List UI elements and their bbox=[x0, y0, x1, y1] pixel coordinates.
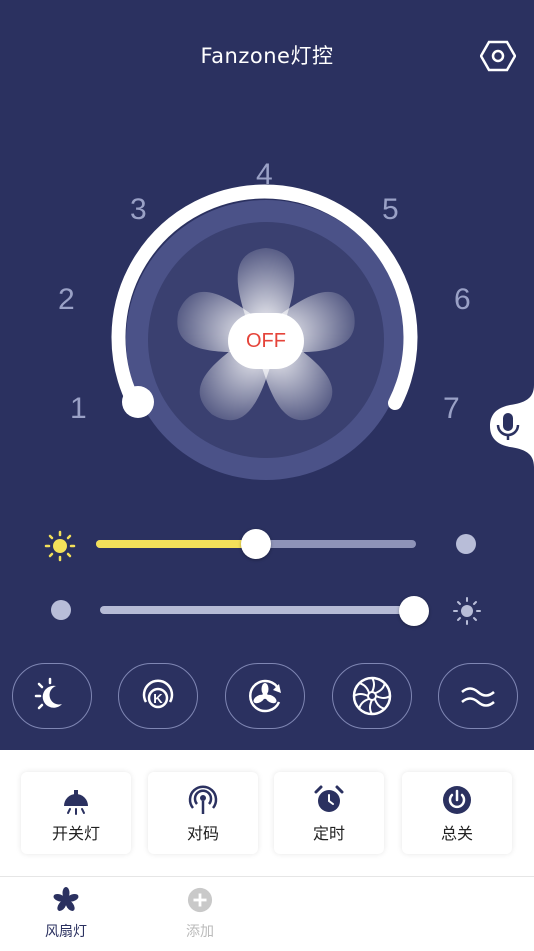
toggle-light-label: 开关灯 bbox=[51, 824, 100, 843]
fan-rotate-icon bbox=[249, 679, 281, 713]
turbine-icon bbox=[352, 676, 392, 716]
microphone-button[interactable] bbox=[480, 385, 534, 467]
k-cycle-icon: K bbox=[142, 679, 174, 709]
add-circle-icon bbox=[187, 887, 213, 913]
sun-icon bbox=[44, 530, 76, 562]
pair-code-label: 对码 bbox=[186, 824, 219, 843]
timer-button[interactable]: 定时 bbox=[274, 772, 384, 854]
fan-rotate-mode-button[interactable] bbox=[225, 663, 305, 729]
lamp-icon bbox=[64, 790, 88, 815]
power-state-button[interactable]: OFF bbox=[228, 313, 304, 369]
tab-add[interactable]: 添加 bbox=[160, 887, 240, 941]
natural-wind-mode-button[interactable] bbox=[438, 663, 518, 729]
day-night-mode-button[interactable] bbox=[12, 663, 92, 729]
speed-tick-2[interactable]: 2 bbox=[58, 283, 75, 317]
color-temp-slider-knob[interactable] bbox=[399, 596, 429, 626]
signal-icon bbox=[188, 785, 218, 814]
speed-tick-4[interactable]: 4 bbox=[256, 158, 273, 192]
speed-tick-6[interactable]: 6 bbox=[454, 283, 471, 317]
speed-tick-3[interactable]: 3 bbox=[130, 193, 147, 227]
fan-icon bbox=[53, 887, 79, 911]
color-temp-slider-track[interactable] bbox=[100, 606, 414, 614]
master-off-button[interactable]: 总关 bbox=[402, 772, 512, 854]
speed-knob[interactable] bbox=[122, 386, 154, 418]
brightness-slider-knob[interactable] bbox=[241, 529, 271, 559]
wave-icon bbox=[461, 687, 495, 707]
speed-tick-5[interactable]: 5 bbox=[382, 193, 399, 227]
tab-fan-light-label: 风扇灯 bbox=[45, 924, 87, 940]
tab-fan-light[interactable]: 风扇灯 bbox=[26, 887, 106, 941]
speed-tick-7[interactable]: 7 bbox=[443, 392, 460, 426]
pair-code-button[interactable]: 对码 bbox=[148, 772, 258, 854]
alarm-clock-icon bbox=[314, 785, 344, 812]
bottom-tab-bar: 风扇灯 添加 bbox=[0, 876, 534, 951]
master-off-label: 总关 bbox=[440, 824, 473, 843]
power-icon bbox=[443, 786, 471, 814]
sun-moon-icon bbox=[34, 677, 62, 710]
turbine-mode-button[interactable] bbox=[332, 663, 412, 729]
dim-dot-icon bbox=[456, 534, 476, 554]
fan-dial[interactable] bbox=[0, 0, 534, 750]
svg-text:K: K bbox=[153, 691, 163, 706]
dim-dot-icon bbox=[51, 600, 71, 620]
speed-tick-1[interactable]: 1 bbox=[70, 392, 87, 426]
toggle-light-button[interactable]: 开关灯 bbox=[21, 772, 131, 854]
sun-outline-icon bbox=[453, 597, 481, 625]
timer-label: 定时 bbox=[312, 824, 345, 843]
k-mode-button[interactable]: K bbox=[118, 663, 198, 729]
brightness-slider-fill bbox=[96, 540, 256, 548]
tab-add-label: 添加 bbox=[186, 924, 214, 940]
